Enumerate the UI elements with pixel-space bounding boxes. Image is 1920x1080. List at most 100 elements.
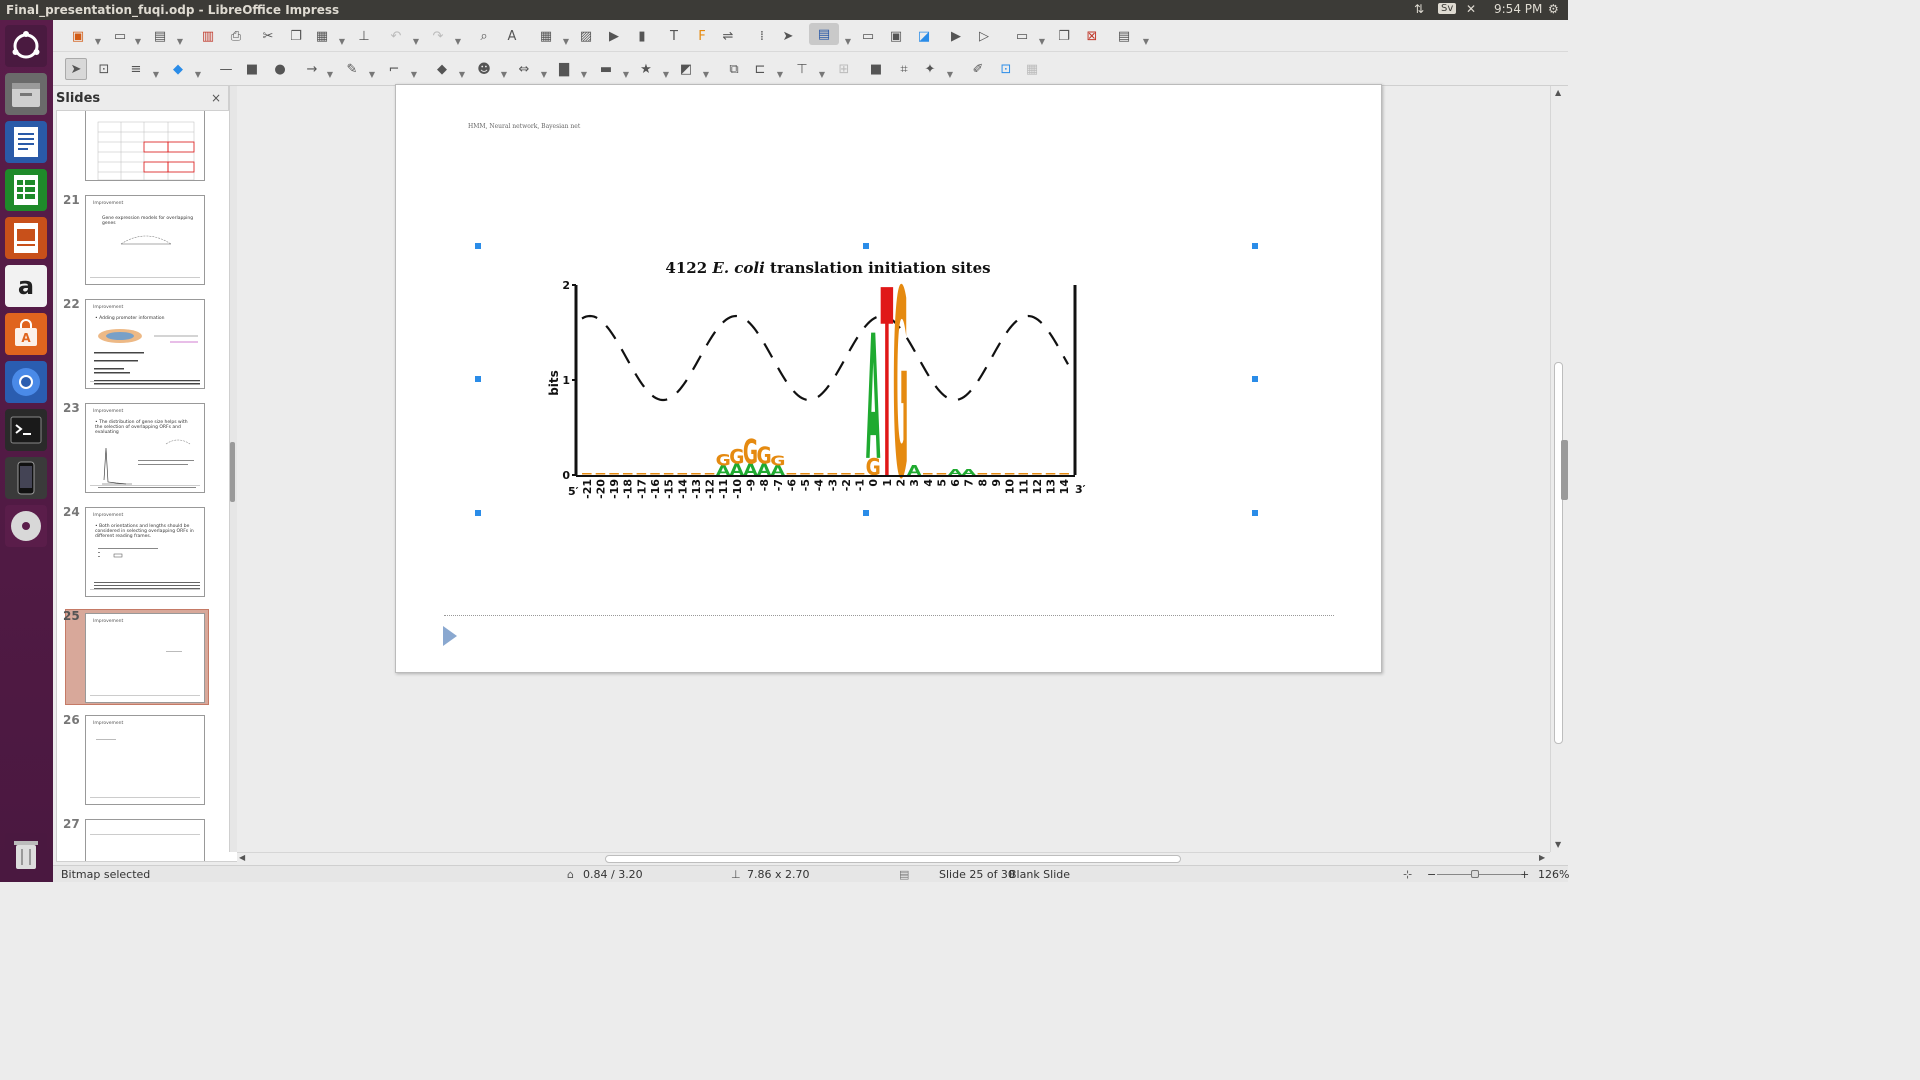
new-slide-icon[interactable]: ▣ xyxy=(67,25,89,47)
block-arrows-dropdown-icon[interactable]: ▼ xyxy=(539,63,549,85)
master-slide-icon[interactable]: ▭ xyxy=(857,25,879,47)
calc-icon[interactable] xyxy=(5,169,47,211)
selection-handle-left[interactable] xyxy=(475,376,481,382)
spelling-icon[interactable]: A xyxy=(501,25,523,47)
zoom-out-icon[interactable]: − xyxy=(1427,868,1436,881)
terminal-icon[interactable] xyxy=(5,409,47,451)
slide-thumbnail-26[interactable]: Improvement xyxy=(85,715,205,805)
fit-slide-icon[interactable]: ⊹ xyxy=(1403,868,1412,881)
display-views-dropdown-icon[interactable]: ▼ xyxy=(843,30,853,52)
callouts-icon[interactable]: ▬ xyxy=(595,58,617,80)
3d-objects-icon[interactable]: ◩ xyxy=(675,58,697,80)
network-icon[interactable]: ⇅ xyxy=(1414,2,1424,16)
redo-icon[interactable]: ↷ xyxy=(427,25,449,47)
ellipse-icon[interactable]: ● xyxy=(269,58,291,80)
distribute-icon[interactable]: ⊞ xyxy=(833,58,855,80)
arrange-icon[interactable]: ⊤ xyxy=(791,58,813,80)
transition-dropdown-icon[interactable]: ▼ xyxy=(1037,30,1047,52)
zoom-slider-knob[interactable] xyxy=(1471,870,1479,878)
shadow-icon[interactable]: ■ xyxy=(865,58,887,80)
fill-color-icon[interactable]: ◆ xyxy=(167,58,189,80)
line-color-dropdown-icon[interactable]: ▼ xyxy=(151,63,161,85)
sidebar-dropdown-icon[interactable]: ▼ xyxy=(1141,30,1151,52)
symbol-shapes-icon[interactable]: ☻ xyxy=(473,58,495,80)
duplicate-slide-icon[interactable]: ❐ xyxy=(1053,25,1075,47)
save-dropdown-icon[interactable]: ▼ xyxy=(175,30,185,52)
line-icon[interactable]: — xyxy=(215,58,237,80)
keyboard-layout-indicator[interactable]: Sv xyxy=(1438,3,1457,14)
paste-icon[interactable]: ▦ xyxy=(311,25,333,47)
sound-muted-icon[interactable]: ✕ xyxy=(1466,2,1476,16)
basic-shapes-icon[interactable]: ◆ xyxy=(431,58,453,80)
scroll-left-icon[interactable]: ◀ xyxy=(239,853,245,862)
zoom-in-icon[interactable]: + xyxy=(1520,868,1529,881)
find-replace-icon[interactable]: ⌕ xyxy=(473,25,495,47)
insert-media-icon[interactable]: ▶ xyxy=(603,25,625,47)
status-layout[interactable]: Blank Slide xyxy=(1009,868,1070,881)
filter-dropdown-icon[interactable]: ▼ xyxy=(945,63,955,85)
helplines-icon[interactable]: ➤ xyxy=(777,25,799,47)
horizontal-scrollbar[interactable]: ◀ ▶ xyxy=(237,852,1550,865)
toggle-extrusion-icon[interactable]: ✐ xyxy=(967,58,989,80)
slide-thumbnail-20[interactable] xyxy=(85,111,205,181)
cut-icon[interactable]: ✂ xyxy=(257,25,279,47)
3d-objects-dropdown-icon[interactable]: ▼ xyxy=(701,63,711,85)
display-views-icon[interactable]: ▤ xyxy=(809,23,839,45)
insert-hyperlink-icon[interactable]: ⇌ xyxy=(717,25,739,47)
stars-icon[interactable]: ★ xyxy=(635,58,657,80)
stars-dropdown-icon[interactable]: ▼ xyxy=(661,63,671,85)
lines-arrows-dropdown-icon[interactable]: ▼ xyxy=(325,63,335,85)
document-modified-icon[interactable]: ▤ xyxy=(899,868,909,881)
selection-handle-bottom-left[interactable] xyxy=(475,510,481,516)
table-icon[interactable]: ▦ xyxy=(535,25,557,47)
slide-thumbnail-21[interactable]: Improvement Gene expression models for o… xyxy=(85,195,205,285)
sequence-logo-chart[interactable]: 4122 E. coli translation initiation site… xyxy=(548,253,1093,503)
start-from-current-icon[interactable]: ▷ xyxy=(973,25,995,47)
selection-handle-bottom[interactable] xyxy=(863,510,869,516)
impress-icon[interactable] xyxy=(5,217,47,259)
align-objects-icon[interactable]: ⊏ xyxy=(749,58,771,80)
pane-splitter[interactable] xyxy=(229,86,237,852)
flowchart-icon[interactable]: ▇ xyxy=(553,58,575,80)
sidebar-toggle-icon[interactable]: ▤ xyxy=(1113,25,1135,47)
callouts-dropdown-icon[interactable]: ▼ xyxy=(621,63,631,85)
crop-icon[interactable]: ⌗ xyxy=(893,58,915,80)
redo-dropdown-icon[interactable]: ▼ xyxy=(453,30,463,52)
files-icon[interactable] xyxy=(5,73,47,115)
status-zoom[interactable]: 126% xyxy=(1538,868,1569,881)
undo-icon[interactable]: ↶ xyxy=(385,25,407,47)
transformations-icon[interactable]: ⧉ xyxy=(723,58,745,80)
select-icon[interactable]: ➤ xyxy=(65,58,87,80)
selection-handle-top[interactable] xyxy=(863,243,869,249)
slide-layout-icon[interactable]: ▣ xyxy=(885,25,907,47)
slide-thumbnail-22[interactable]: Improvement • Adding promoter informatio… xyxy=(85,299,205,389)
clock[interactable]: 9:54 PM xyxy=(1494,2,1542,16)
save-icon[interactable]: ▤ xyxy=(149,25,171,47)
zoom-slider[interactable] xyxy=(1437,874,1521,875)
export-pdf-icon[interactable]: ▥ xyxy=(197,25,219,47)
amazon-icon[interactable]: a xyxy=(5,265,47,307)
flowchart-dropdown-icon[interactable]: ▼ xyxy=(579,63,589,85)
pane-splitter-handle[interactable] xyxy=(230,442,235,502)
scroll-right-icon[interactable]: ▶ xyxy=(1539,853,1545,862)
selection-handle-bottom-right[interactable] xyxy=(1252,510,1258,516)
slide-thumbnail-27[interactable] xyxy=(85,819,205,861)
chromium-icon[interactable] xyxy=(5,361,47,403)
open-icon[interactable]: ▭ xyxy=(109,25,131,47)
slide-thumbnail-25[interactable]: Improvement xyxy=(85,613,205,703)
curves-dropdown-icon[interactable]: ▼ xyxy=(367,63,377,85)
connectors-icon[interactable]: ⌐ xyxy=(383,58,405,80)
basic-shapes-dropdown-icon[interactable]: ▼ xyxy=(457,63,467,85)
slide-canvas[interactable]: HMM, Neural network, Bayesian net 4122 E… xyxy=(395,84,1382,673)
start-from-first-icon[interactable]: ▶ xyxy=(945,25,967,47)
sidebar-deck-handle[interactable] xyxy=(1561,440,1568,500)
slide-edit-area[interactable]: HMM, Neural network, Bayesian net 4122 E… xyxy=(237,84,1550,852)
open-dropdown-icon[interactable]: ▼ xyxy=(133,30,143,52)
selection-handle-top-left[interactable] xyxy=(475,243,481,249)
symbol-shapes-dropdown-icon[interactable]: ▼ xyxy=(499,63,509,85)
rectangle-icon[interactable]: ■ xyxy=(241,58,263,80)
insert-textbox-icon[interactable]: T xyxy=(663,25,685,47)
line-color-icon[interactable]: ≡ xyxy=(125,58,147,80)
insert-image-icon[interactable]: ▨ xyxy=(575,25,597,47)
new-dropdown-icon[interactable]: ▼ xyxy=(93,30,103,52)
